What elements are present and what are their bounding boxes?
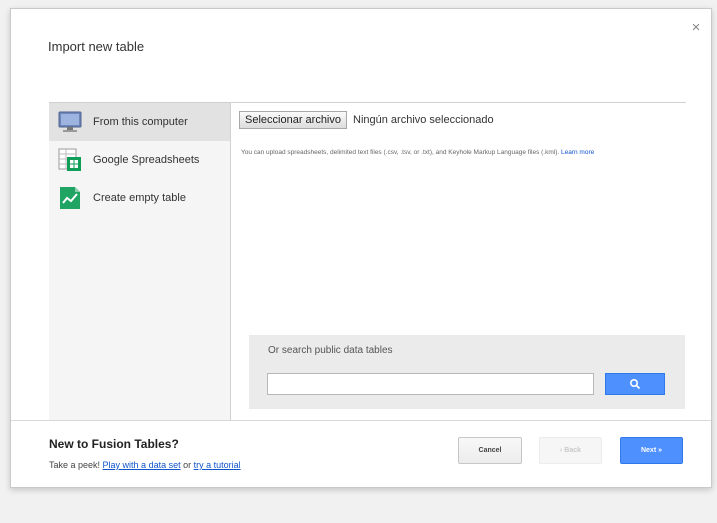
learn-more-link[interactable]: Learn more <box>561 149 594 156</box>
sidebar-item-label: Google Spreadsheets <box>93 154 200 166</box>
sidebar-item-label: From this computer <box>93 116 188 128</box>
cancel-button[interactable]: Cancel <box>458 437 522 464</box>
search-input[interactable] <box>267 373 594 395</box>
try-tutorial-link[interactable]: try a tutorial <box>194 460 241 470</box>
upload-hint-text: You can upload spreadsheets, delimited t… <box>241 149 560 156</box>
chart-table-icon <box>60 187 80 209</box>
footer-middle: or <box>180 460 194 470</box>
footer-prefix: Take a peek! <box>49 460 103 470</box>
sidebar-item-label: Create empty table <box>93 192 186 204</box>
dialog-title: Import new table <box>48 39 145 54</box>
footer-links: Take a peek! Play with a data set or try… <box>49 460 241 470</box>
search-label: Or search public data tables <box>268 345 393 356</box>
back-button[interactable]: ‹ Back <box>539 437 602 464</box>
upload-panel: Seleccionar archivo Ningún archivo selec… <box>231 102 686 420</box>
upload-hint: You can upload spreadsheets, delimited t… <box>241 149 601 157</box>
sidebar-item-from-this-computer[interactable]: From this computer <box>49 103 230 141</box>
sidebar-item-google-spreadsheets[interactable]: Google Spreadsheets <box>49 141 230 179</box>
choose-file-button[interactable]: Seleccionar archivo <box>239 111 347 129</box>
public-search-panel: Or search public data tables <box>249 335 685 409</box>
next-button[interactable]: Next » <box>620 437 683 464</box>
file-chooser: Seleccionar archivo Ningún archivo selec… <box>239 111 494 129</box>
file-status: Ningún archivo seleccionado <box>353 114 494 126</box>
spreadsheet-icon <box>58 148 81 171</box>
close-icon[interactable]: × <box>689 20 703 35</box>
search-icon <box>629 378 641 390</box>
search-button[interactable] <box>605 373 665 395</box>
computer-icon <box>58 111 82 132</box>
sidebar-item-create-empty-table[interactable]: Create empty table <box>49 179 230 217</box>
play-with-data-set-link[interactable]: Play with a data set <box>103 460 181 470</box>
import-table-dialog: × Import new table From this computer Go… <box>10 8 712 488</box>
import-source-sidebar: From this computer Google Spreadsheets C… <box>49 102 231 420</box>
footer-divider <box>11 420 711 421</box>
footer-heading: New to Fusion Tables? <box>49 437 179 451</box>
